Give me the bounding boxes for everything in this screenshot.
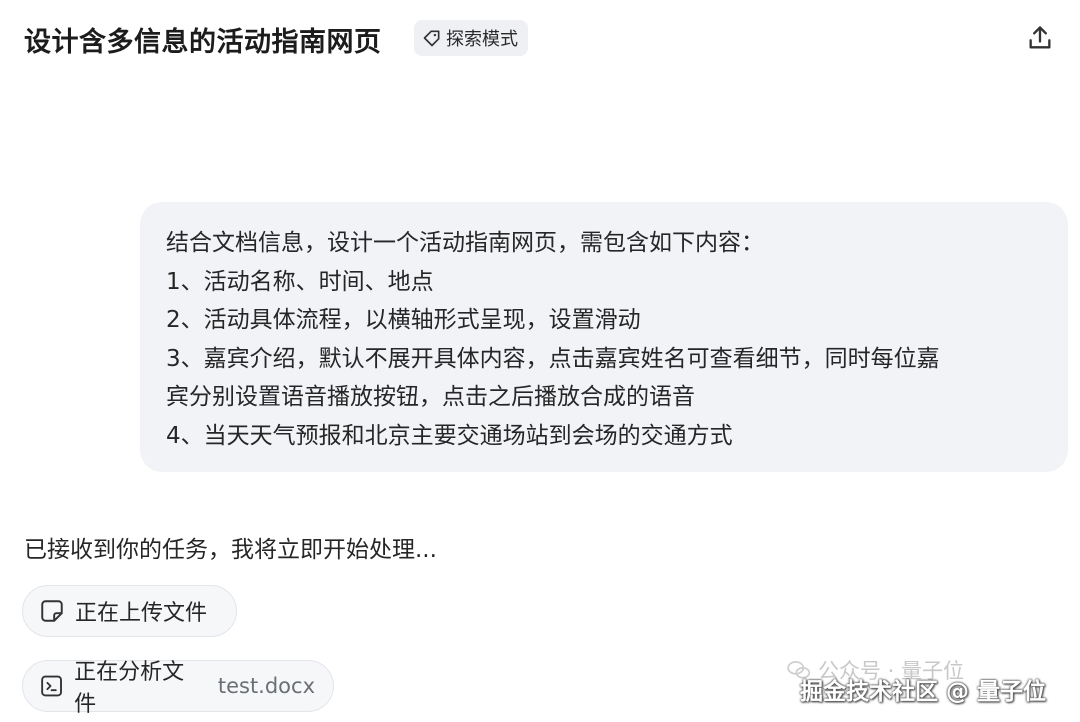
- share-upload-icon[interactable]: [1026, 24, 1054, 52]
- message-line: 1、活动名称、时间、地点: [166, 268, 434, 295]
- analyzing-file-chip[interactable]: 正在分析文件 test.docx: [22, 660, 334, 717]
- tag-icon: [423, 30, 440, 47]
- assistant-reply: 已接收到你的任务，我将立即开始处理...: [24, 537, 437, 563]
- message-line: 2、活动具体流程，以横轴形式呈现，设置滑动: [166, 307, 641, 334]
- chip-label: 正在分析文件: [74, 660, 185, 717]
- page-title: 设计含多信息的活动指南网页: [24, 27, 382, 58]
- file-analyze-icon: [41, 675, 62, 697]
- message-line: 宾分别设置语音播放按钮，点击之后播放合成的语音: [166, 384, 695, 411]
- explore-mode-tag[interactable]: 探索模式: [414, 20, 528, 56]
- user-message-bubble: 结合文档信息，设计一个活动指南网页，需包含如下内容： 1、活动名称、时间、地点 …: [140, 202, 1068, 472]
- mode-tag-label: 探索模式: [446, 29, 518, 50]
- watermark-juejin: 掘金技术社区 @ 量子位: [800, 679, 1047, 705]
- uploading-file-chip[interactable]: 正在上传文件: [22, 585, 237, 637]
- chat-header: 设计含多信息的活动指南网页 探索模式: [24, 18, 1056, 58]
- message-line: 4、当天天气预报和北京主要交通场站到会场的交通方式: [166, 422, 733, 449]
- file-name: test.docx: [217, 674, 315, 698]
- chip-label: 正在上传文件: [75, 601, 208, 626]
- message-line: 3、嘉宾介绍，默认不展开具体内容，点击嘉宾姓名可查看细节，同时每位嘉: [166, 345, 940, 372]
- file-upload-icon: [41, 600, 63, 622]
- message-line: 结合文档信息，设计一个活动指南网页，需包含如下内容：: [166, 230, 764, 256]
